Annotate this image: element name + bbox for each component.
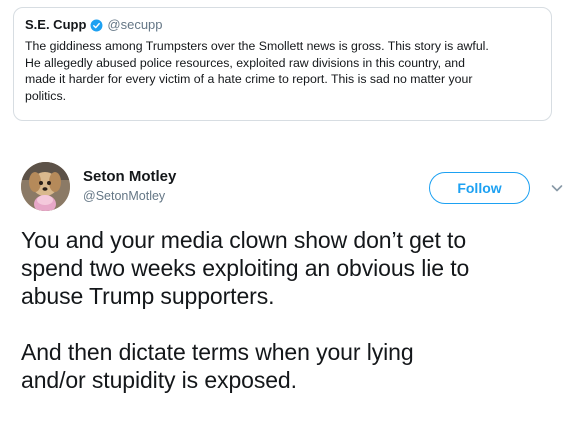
avatar[interactable] (21, 162, 70, 211)
tweet-text-line: You and your media clown show don’t get … (21, 227, 467, 253)
quoted-author-handle[interactable]: @secupp (107, 17, 162, 33)
tweet-text-line: abuse Trump supporters. (21, 283, 275, 309)
author-name[interactable]: Seton Motley (83, 168, 176, 186)
follow-button[interactable]: Follow (429, 172, 530, 204)
quoted-author-name[interactable]: S.E. Cupp (25, 17, 86, 33)
quoted-tweet-header: S.E. Cupp @secupp (25, 17, 537, 33)
author-handle[interactable]: @SetonMotley (83, 189, 176, 204)
tweet-text-line: And then dictate terms when your lying (21, 339, 414, 365)
quoted-tweet-text: The giddiness among Trumpsters over the … (25, 38, 545, 104)
tweet-text-line: spend two weeks exploiting an obvious li… (21, 255, 470, 281)
quoted-text-line: made it harder for every victim of a hat… (25, 72, 473, 86)
quoted-text-line: He allegedly abused police resources, ex… (25, 55, 465, 70)
tweet-author[interactable]: Seton Motley @SetonMotley (83, 168, 176, 204)
quoted-tweet-card[interactable]: S.E. Cupp @secupp The giddiness among Tr… (13, 7, 552, 121)
tweet-text: You and your media clown show don’t get … (21, 226, 571, 394)
quoted-text-line: The giddiness among Trumpsters over the … (25, 39, 489, 53)
quoted-text-line: politics. (25, 88, 67, 103)
verified-badge-icon (90, 19, 103, 32)
tweet-text-line: and/or stupidity is exposed. (21, 367, 297, 393)
chevron-down-icon[interactable] (551, 183, 563, 193)
